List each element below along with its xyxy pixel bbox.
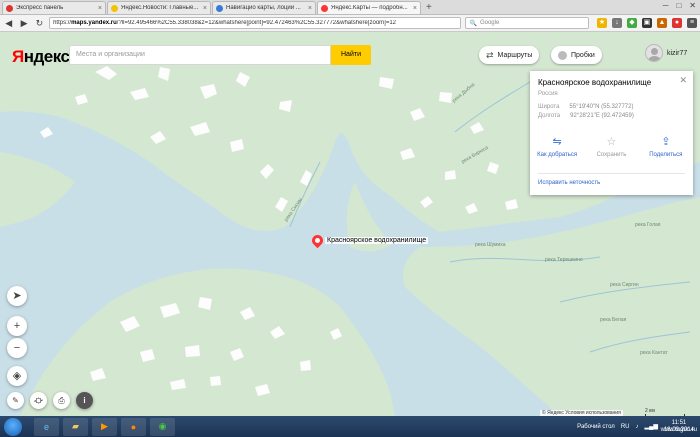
divider (538, 173, 685, 174)
tab-label: Экспресс панель (16, 5, 64, 11)
share-icon: ⇪ (661, 136, 671, 148)
minus-icon: − (13, 342, 21, 354)
bottom-tools: ✎ ⛮ ⎙ i (7, 392, 93, 409)
addon-icon[interactable]: ▣ (641, 18, 652, 28)
new-tab-button[interactable]: + (426, 1, 432, 14)
news-icon (111, 4, 118, 12)
card-actions: ⇋ Как добраться ☆ Сохранить ⇪ Поделиться (530, 136, 693, 158)
star-icon[interactable]: ★ (596, 18, 607, 28)
folder-icon[interactable]: ▰ (63, 417, 88, 436)
opera-icon (6, 4, 13, 12)
geolocation-button[interactable]: ➤ (7, 286, 27, 306)
firefox-icon[interactable]: ● (121, 417, 146, 436)
yandex-logo[interactable]: Яндекс (12, 47, 70, 67)
extension-icon[interactable]: ◆ (626, 18, 637, 28)
browser-nav-bar: ◀ ▶ ↻ https://maps.yandex.ru/?ll=92.4954… (0, 15, 700, 32)
browser-tab-strip: Экспресс панель × Яндекс.Новости: Главны… (0, 0, 700, 15)
reload-icon[interactable]: ↻ (34, 17, 45, 29)
search-icon: 🔍 (469, 20, 477, 27)
save-button[interactable]: ☆ Сохранить (586, 136, 636, 158)
chrome-icon[interactable]: ◉ (150, 417, 175, 436)
address-bar[interactable]: https://maps.yandex.ru/?ll=92.495466%2C5… (49, 17, 462, 29)
places-search-input[interactable]: Места и организации (69, 45, 331, 65)
user-menu[interactable]: kizir77 (645, 44, 687, 62)
route-icon: ⇋ (552, 136, 562, 148)
avatar (645, 44, 663, 62)
location-arrow-icon: ➤ (12, 290, 22, 302)
get-directions-button[interactable]: ⇋ Как добраться (532, 136, 582, 158)
close-icon[interactable]: × (98, 5, 102, 12)
routes-button[interactable]: ⇄ Маршруты (479, 46, 540, 64)
tab-label: Яндекс.Новости: Главные... (121, 5, 199, 11)
page-icon (216, 4, 223, 12)
tab-label: Навигацио карты, лоции ... (226, 5, 301, 11)
map-pin-icon (321, 4, 328, 12)
desktop-label[interactable]: Рабочий стол (577, 424, 615, 430)
menu-icon[interactable]: ≡ (686, 18, 697, 28)
river-label: река Кантат (640, 350, 668, 356)
star-icon: ☆ (606, 136, 617, 148)
find-button[interactable]: Найти (331, 45, 371, 65)
toolbar-icons: ★ ↓ ◆ ▣ ▲ ● ≡ (596, 18, 697, 28)
tab-yandex-news[interactable]: Яндекс.Новости: Главные... × (107, 1, 211, 14)
volume-icon[interactable]: ♪ (635, 424, 638, 430)
tab-label: Яндекс.Карты — подробн... (331, 5, 408, 11)
place-title: Красноярское водохранилище (538, 78, 652, 87)
traffic-icon (558, 50, 567, 60)
zoom-in-button[interactable]: + (7, 316, 27, 336)
plus-icon: + (13, 320, 21, 332)
layers-button[interactable]: ◈ (7, 366, 27, 386)
river-label: река Сиргин (610, 282, 639, 288)
network-icon[interactable]: ▂▄▆ (644, 423, 657, 430)
print-icon[interactable]: ⎙ (53, 392, 70, 409)
minimize-icon[interactable]: ─ (663, 1, 669, 10)
longitude-row: Долгота 92°28'21"E (92.472459) (538, 113, 634, 119)
start-button[interactable] (4, 417, 22, 436)
latitude-row: Широта 55°19'40"N (55.327772) (538, 104, 634, 110)
maximize-icon[interactable]: □ (676, 1, 681, 10)
river-label: река Терешкино (545, 257, 583, 263)
window-controls: ─ □ ✕ (663, 1, 696, 10)
close-window-icon[interactable]: ✕ (689, 1, 696, 10)
close-icon[interactable]: ✕ (679, 75, 687, 86)
tab-yandex-maps[interactable]: Яндекс.Карты — подробн... × (317, 1, 421, 14)
river-label: река Белая (600, 317, 627, 323)
tab-express-panel[interactable]: Экспресс панель × (2, 1, 106, 14)
addon-icon[interactable]: ● (671, 18, 682, 28)
search-engine-label: Google (479, 20, 500, 26)
url-text: https://maps.yandex.ru/?ll=92.495466%2C5… (53, 20, 396, 26)
addon-icon[interactable]: ▲ (656, 18, 667, 28)
river-label: река Голая (635, 222, 661, 228)
media-player-icon[interactable]: ▶ (92, 417, 117, 436)
language-indicator[interactable]: RU (621, 424, 630, 430)
username: kizir77 (667, 49, 688, 57)
ie-icon[interactable]: e (34, 417, 59, 436)
pin-label[interactable]: Красноярское водохранилище (325, 237, 429, 244)
tab-nav-charts[interactable]: Навигацио карты, лоции ... × (212, 1, 316, 14)
info-icon[interactable]: i (76, 392, 93, 409)
windows-taskbar: e ▰ ▶ ● ◉ Рабочий стол RU ♪ ▂▄▆ 11:51 18… (0, 416, 700, 437)
layers-icon: ◈ (12, 370, 22, 382)
place-country: Россия (538, 91, 558, 97)
route-icon: ⇄ (486, 49, 494, 60)
download-icon[interactable]: ↓ (611, 18, 622, 28)
river-label: река Шумиха (475, 242, 506, 248)
panorama-icon[interactable]: ⛮ (30, 392, 47, 409)
traffic-button[interactable]: Пробки (551, 46, 602, 64)
zoom-out-button[interactable]: − (7, 338, 27, 358)
back-icon[interactable]: ◀ (3, 17, 14, 29)
browser-search-input[interactable]: 🔍 Google (465, 17, 589, 29)
watermark: www.tugun.ru (660, 427, 697, 433)
close-icon[interactable]: × (203, 5, 207, 12)
land-west (0, 152, 75, 227)
forward-icon[interactable]: ▶ (18, 17, 29, 29)
place-info-card: Красноярское водохранилище ✕ Россия Широ… (530, 71, 693, 195)
close-icon[interactable]: × (413, 5, 417, 12)
fix-inaccuracy-link[interactable]: Исправить неточность (538, 180, 600, 186)
share-button[interactable]: ⇪ Поделиться (641, 136, 691, 158)
close-icon[interactable]: × (308, 5, 312, 12)
ruler-icon[interactable]: ✎ (7, 392, 24, 409)
